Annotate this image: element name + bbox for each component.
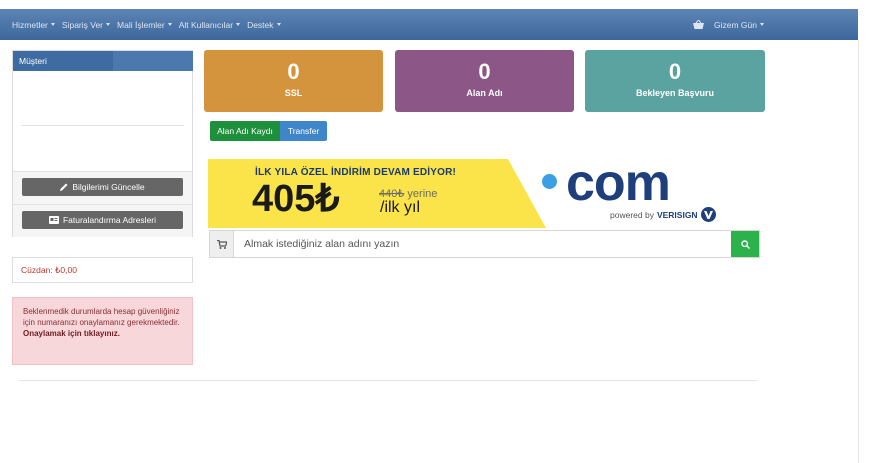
banner-price: 405₺ bbox=[252, 178, 340, 220]
tab-domain-register[interactable]: Alan Adı Kaydı bbox=[210, 121, 280, 141]
customer-panel-actions: Bilgilerimi Güncelle Faturalandırma Adre… bbox=[13, 171, 192, 237]
scrollbar-track[interactable] bbox=[858, 40, 859, 463]
nav-item-order[interactable]: Sipariş Ver bbox=[61, 19, 111, 30]
actions-divider bbox=[13, 204, 192, 205]
caret-down-icon bbox=[236, 23, 241, 26]
user-menu[interactable]: Gizem Gün bbox=[714, 20, 764, 30]
nav-item-billing[interactable]: Mali İşlemler bbox=[117, 20, 172, 30]
powered-by-verisign: powered by VERISIGN bbox=[610, 207, 716, 222]
stat-domains[interactable]: 0 Alan Adı bbox=[395, 50, 574, 112]
nav-item-label: Alt Kullanıcılar bbox=[178, 19, 234, 30]
id-card-icon bbox=[48, 216, 59, 224]
nav-item-subusers[interactable]: Alt Kullanıcılar bbox=[178, 19, 241, 30]
search-icon bbox=[740, 239, 750, 249]
update-info-label: Bilgilerimi Güncelle bbox=[72, 182, 145, 192]
stat-label: Bekleyen Başvuru bbox=[635, 88, 715, 98]
domain-search-bar bbox=[209, 230, 760, 258]
dot-com-dot bbox=[542, 174, 557, 189]
search-button[interactable] bbox=[731, 231, 759, 257]
basket-icon[interactable] bbox=[692, 20, 704, 30]
customer-panel-header: Müşteri bbox=[13, 51, 193, 71]
nav-item-label: Sipariş Ver bbox=[61, 19, 104, 30]
panel-divider bbox=[21, 125, 184, 126]
tab-transfer[interactable]: Transfer bbox=[280, 121, 327, 141]
alert-text: Beklenmedik durumlarda hesap güvenliğini… bbox=[23, 307, 180, 327]
billing-addresses-button[interactable]: Faturalandırma Adresleri bbox=[22, 211, 183, 229]
stat-ssl[interactable]: 0 SSL bbox=[204, 50, 383, 112]
user-name: Gizem Gün bbox=[714, 19, 757, 30]
nav-menu: Hizmetler Sipariş Ver Mali İşlemler Alt … bbox=[0, 20, 288, 30]
nav-item-label: Mali İşlemler bbox=[117, 19, 165, 30]
customer-panel-title: Müşteri bbox=[19, 56, 47, 66]
stat-label: Alan Adı bbox=[466, 88, 503, 98]
dot-com-logo: com bbox=[566, 159, 671, 212]
nav-user-area: Gizem Gün bbox=[692, 20, 764, 30]
wallet-balance: Cüzdan: ₺0,00 bbox=[12, 257, 193, 283]
stat-value: 0 bbox=[668, 59, 682, 84]
stat-label: SSL bbox=[284, 88, 303, 98]
alert-action-link[interactable]: Onaylamak için tıklayınız. bbox=[23, 329, 120, 338]
update-info-button[interactable]: Bilgilerimi Güncelle bbox=[22, 178, 183, 196]
page: Hizmetler Sipariş Ver Mali İşlemler Alt … bbox=[0, 0, 890, 463]
verification-alert[interactable]: Beklenmedik durumlarda hesap güvenliğini… bbox=[12, 297, 193, 365]
top-navbar: Hizmetler Sipariş Ver Mali İşlemler Alt … bbox=[0, 9, 858, 40]
banner-per-year: /ilk yıl bbox=[380, 199, 420, 216]
stat-value: 0 bbox=[287, 59, 300, 84]
domain-search-input[interactable] bbox=[234, 231, 731, 257]
nav-item-label: Destek bbox=[247, 19, 274, 30]
customer-panel: Müşteri Bilgilerimi Güncelle Faturalandı… bbox=[12, 50, 193, 237]
powered-prefix: powered by bbox=[610, 209, 654, 220]
powered-brand: VERISIGN bbox=[656, 209, 698, 220]
nav-item-support[interactable]: Destek bbox=[247, 19, 281, 30]
nav-item-services[interactable]: Hizmetler bbox=[12, 20, 55, 30]
billing-addresses-label: Faturalandırma Adresleri bbox=[62, 215, 157, 225]
verisign-logo-icon bbox=[700, 207, 716, 222]
panel-header-tab bbox=[113, 51, 193, 71]
stat-value: 0 bbox=[478, 59, 491, 84]
cart-icon bbox=[210, 231, 234, 257]
pencil-icon bbox=[60, 183, 68, 191]
caret-down-icon bbox=[167, 23, 172, 26]
stat-pending-applications[interactable]: 0 Bekleyen Başvuru bbox=[585, 50, 765, 112]
caret-down-icon bbox=[106, 23, 111, 26]
caret-down-icon bbox=[760, 23, 764, 26]
caret-down-icon bbox=[276, 23, 281, 26]
content-divider bbox=[19, 380, 757, 381]
promo-banner[interactable]: İLK YILA ÖZEL İNDİRİM DEVAM EDİYOR! 405₺… bbox=[208, 159, 760, 228]
caret-down-icon bbox=[50, 23, 55, 26]
nav-item-label: Hizmetler bbox=[12, 19, 48, 30]
